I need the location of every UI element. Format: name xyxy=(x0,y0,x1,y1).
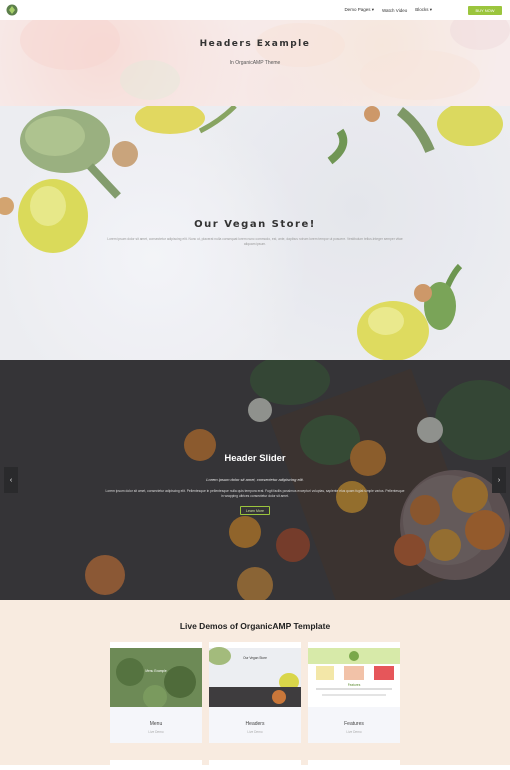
slider-text: Lorem ipsum dolor sit amet, consectetur … xyxy=(105,489,405,498)
live-demos-section: Live Demos of OrganicAMP Template Menu E… xyxy=(0,600,510,770)
demo-thumb-caption: Menu Example xyxy=(145,669,167,673)
demo-link[interactable]: Live Demo xyxy=(209,730,301,734)
demo-link[interactable]: Live Demo xyxy=(110,730,202,734)
demo-card-partial[interactable] xyxy=(110,760,202,770)
demo-title: Headers xyxy=(245,721,265,727)
demo-card-partial[interactable] xyxy=(209,760,301,770)
learn-more-button[interactable]: Learn More xyxy=(240,506,270,515)
demo-thumb-caption: Our Vegan Store xyxy=(243,656,267,660)
nav-blocks[interactable]: Blocks ▾ xyxy=(415,7,432,13)
demo-thumb-caption: Features xyxy=(347,683,361,687)
menu-thumb-image xyxy=(110,642,202,707)
headers-thumb-image xyxy=(209,642,301,707)
demo-card-features[interactable]: Features Features Live Demo xyxy=(308,642,400,743)
page-title: Headers Example xyxy=(199,39,311,49)
demo-thumb-headers: Our Vegan Store xyxy=(209,642,301,707)
demo-thumb-menu: Menu Example xyxy=(110,642,202,707)
nav-demo-pages[interactable]: Demo Pages ▾ xyxy=(344,7,374,13)
vegan-store-title: Our Vegan Store! xyxy=(194,219,316,230)
nav-watch-video[interactable]: Watch Video xyxy=(382,8,407,13)
logo-icon[interactable] xyxy=(6,4,18,16)
demo-card-menu[interactable]: Menu Example Menu Live Demo xyxy=(110,642,202,743)
slider-title: Header Slider xyxy=(224,453,286,464)
demo-title: Menu xyxy=(149,721,163,727)
slider-subtitle: Lorem ipsum dolor sit amet, consectetur … xyxy=(206,477,304,482)
features-thumb-image xyxy=(308,642,400,696)
slider-prev-arrow-icon[interactable]: ‹ xyxy=(4,467,18,493)
buy-now-button[interactable]: BUY NOW xyxy=(468,6,502,15)
nav-links: Demo Pages ▾ Watch Video Blocks ▾ xyxy=(344,0,432,20)
demo-card-headers[interactable]: Our Vegan Store Headers Live Demo xyxy=(209,642,301,743)
slider-next-arrow-icon[interactable]: › xyxy=(492,467,506,493)
top-navbar: Demo Pages ▾ Watch Video Blocks ▾ BUY NO… xyxy=(0,0,510,20)
vegan-store-hero: Our Vegan Store! Lorem ipsum dolor sit a… xyxy=(0,106,510,360)
demo-link[interactable]: Live Demo xyxy=(308,730,400,734)
demo-title: Features xyxy=(344,721,364,727)
page-subtitle: In OrganicAMP Theme xyxy=(229,60,281,66)
live-demos-title: Live Demos of OrganicAMP Template xyxy=(179,621,331,631)
header-slider: Header Slider Lorem ipsum dolor sit amet… xyxy=(0,360,510,600)
vegan-store-text: Lorem ipsum dolor sit amet, consectetur … xyxy=(107,237,403,246)
demo-card-partial[interactable] xyxy=(308,760,400,770)
demo-thumb-features: Features xyxy=(308,642,400,707)
headers-example-hero: Headers Example In OrganicAMP Theme xyxy=(0,20,510,106)
